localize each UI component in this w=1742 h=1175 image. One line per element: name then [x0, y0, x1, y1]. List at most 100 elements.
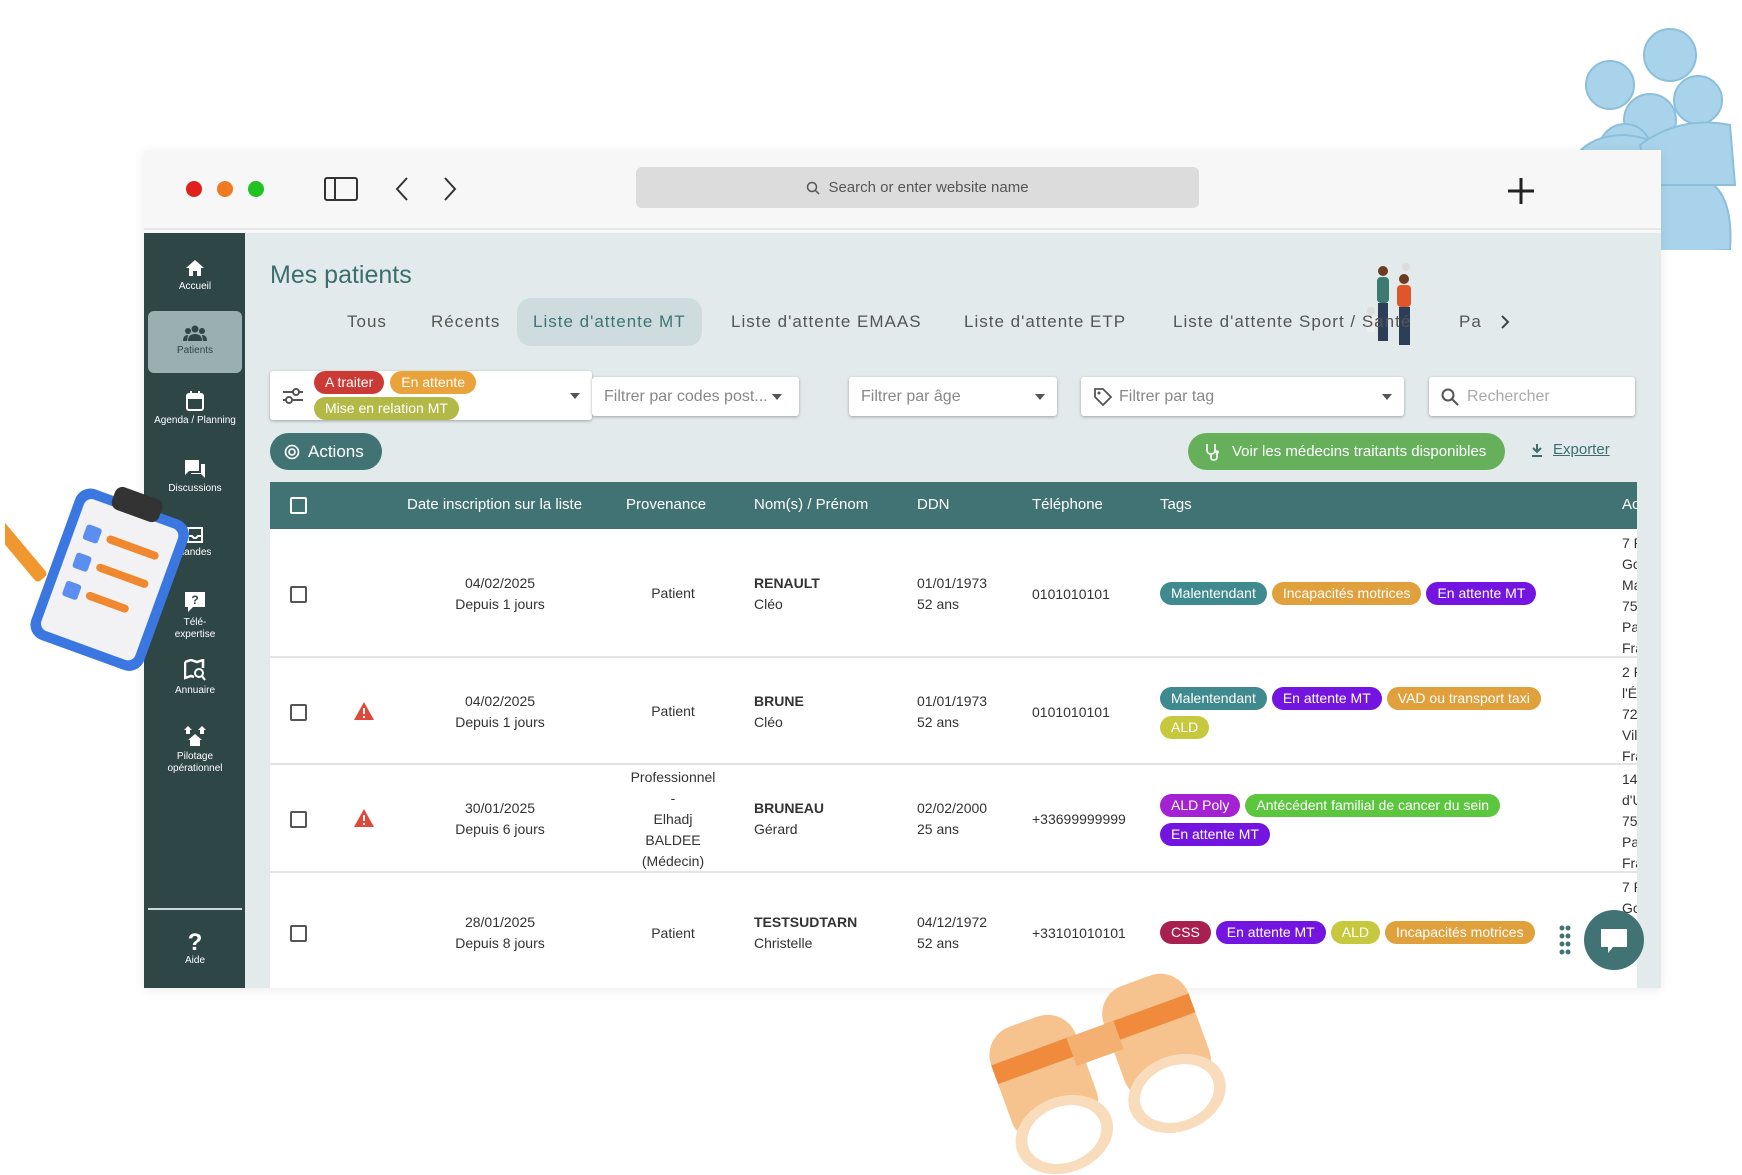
tab-tous[interactable]: Tous — [331, 298, 403, 346]
tag-chip[interactable]: Antécédent familial de cancer du sein — [1245, 794, 1501, 817]
header-ddn[interactable]: DDN — [917, 496, 950, 513]
drag-handle-icon[interactable] — [1559, 925, 1571, 957]
postal-code-filter[interactable]: Filtrer par codes post... — [592, 377, 799, 416]
address-cell: 7 RGoMa75PaFra — [1622, 535, 1637, 656]
warning-icon — [354, 701, 374, 720]
tag-chip[interactable]: VAD ou transport taxi — [1386, 686, 1541, 710]
table-row[interactable]: 30/01/2025 Depuis 6 jours Professionnel - El… — [270, 765, 1637, 873]
ddn-cell: 02/02/2000 25 ans — [917, 800, 988, 837]
table-row[interactable]: 04/02/2025 Depuis 1 jours Patient RENAULT Cl… — [270, 529, 1637, 658]
header-name[interactable]: Nom(s) / Prénom — [754, 496, 868, 513]
tag-chip[interactable]: ALD — [1330, 921, 1380, 944]
tab-recents[interactable]: Récents — [415, 298, 516, 346]
header-address[interactable]: Ac — [1622, 496, 1637, 513]
tab-liste-attente-sport-sante[interactable]: Liste d'attente Sport / Santé — [1157, 298, 1427, 346]
available-doctors-button[interactable]: Voir les médecins traitants disponibles — [1188, 433, 1505, 470]
name-cell[interactable]: BRUNE Cléo — [754, 691, 804, 733]
export-link[interactable]: Exporter — [1531, 441, 1610, 458]
provenance-cell: Patient — [651, 703, 695, 719]
tag-chip[interactable]: En attente MT — [1215, 921, 1326, 944]
table-row[interactable]: 28/01/2025 Depuis 8 jours Patient TESTSUDTA… — [270, 873, 1637, 988]
url-bar[interactable]: Search or enter website name — [636, 167, 1199, 208]
sidebar-item-accueil[interactable]: Accueil — [148, 251, 242, 309]
row-checkbox[interactable] — [290, 703, 307, 721]
tab-partial[interactable]: Pa — [1443, 298, 1495, 346]
provenance-cell: Patient — [651, 585, 695, 601]
maximize-window-button[interactable] — [248, 181, 264, 197]
browser-toolbar: Search or enter website name — [144, 150, 1661, 230]
address-cell: 2 Rl'É72VilFra — [1622, 664, 1637, 764]
chevron-down-icon — [771, 393, 782, 400]
ddn-cell: 01/01/1973 52 ans — [917, 692, 988, 730]
close-window-button[interactable] — [186, 181, 202, 197]
back-icon[interactable] — [394, 176, 410, 202]
tags-cell: ALD Poly Antécédent familial de cancer du… — [1160, 794, 1560, 846]
tabs-scroll-right-icon[interactable] — [1499, 314, 1511, 330]
sidebar-item-aide[interactable]: ? Aide — [148, 923, 242, 973]
phone-cell: 0101010101 — [1032, 703, 1110, 720]
tag-chip[interactable]: ALD — [1160, 715, 1210, 739]
header-provenance[interactable]: Provenance — [626, 496, 706, 513]
header-date[interactable]: Date inscription sur la liste — [407, 496, 582, 513]
tag-chip[interactable]: Incapacités motrices — [1384, 921, 1535, 944]
chevron-down-icon — [1382, 393, 1392, 400]
row-checkbox[interactable] — [290, 585, 307, 603]
age-filter[interactable]: Filtrer par âge — [849, 377, 1057, 416]
phone-cell: +33699999999 — [1032, 811, 1126, 827]
sidebar-item-agenda[interactable]: Agenda / Planning — [148, 383, 242, 443]
tag-chip[interactable]: En attente MT — [1426, 582, 1537, 605]
select-all-checkbox[interactable] — [290, 497, 307, 514]
chip-a-traiter[interactable]: A traiter — [314, 371, 385, 394]
tag-chip[interactable]: Malentendant — [1160, 686, 1267, 710]
minimize-window-button[interactable] — [217, 181, 233, 197]
actions-button[interactable]: Actions — [270, 433, 382, 470]
sidebar-item-patients[interactable]: Patients — [148, 311, 242, 373]
name-cell[interactable]: BRUNEAU Gérard — [754, 798, 824, 840]
tag-chip[interactable]: CSS — [1160, 921, 1211, 944]
tag-chip[interactable]: En attente MT — [1160, 823, 1270, 846]
table-header: Date inscription sur la liste Provenance… — [270, 482, 1637, 529]
users-icon — [183, 325, 207, 341]
sliders-icon — [283, 387, 303, 404]
name-cell[interactable]: RENAULT Cléo — [754, 573, 820, 615]
url-placeholder: Search or enter website name — [828, 179, 1029, 196]
sidebar-toggle-icon[interactable] — [324, 177, 358, 201]
stethoscope-icon — [1206, 443, 1219, 461]
chip-en-attente[interactable]: En attente — [390, 371, 477, 394]
target-icon — [284, 444, 300, 459]
tab-liste-attente-mt[interactable]: Liste d'attente MT — [517, 298, 702, 346]
table-row[interactable]: 04/02/2025 Depuis 1 jours Patient BRUNE Cléo… — [270, 658, 1637, 765]
clipboard-checklist-illustration — [5, 486, 189, 671]
header-tags[interactable]: Tags — [1160, 496, 1192, 513]
date-cell: 30/01/2025 Depuis 6 jours — [455, 800, 545, 837]
sidebar-item-pilotage[interactable]: Pilotage opérationnel — [148, 717, 242, 779]
header-phone[interactable]: Téléphone — [1032, 496, 1103, 513]
tag-chip[interactable]: Incapacités motrices — [1271, 582, 1422, 605]
calendar-icon — [186, 391, 204, 411]
help-icon: ? — [187, 929, 203, 956]
forward-icon[interactable] — [442, 176, 458, 202]
ddn-cell: 01/01/1973 52 ans — [917, 574, 988, 612]
warning-icon — [354, 809, 374, 827]
chat-support-button[interactable] — [1583, 909, 1645, 971]
name-cell[interactable]: TESTSUDTARN Christelle — [754, 912, 857, 954]
tag-chip[interactable]: En attente MT — [1271, 686, 1382, 710]
tab-liste-attente-emaas[interactable]: Liste d'attente EMAAS — [715, 298, 938, 346]
tab-liste-attente-etp[interactable]: Liste d'attente ETP — [948, 298, 1142, 346]
tag-filter[interactable]: Filtrer par tag — [1081, 377, 1404, 416]
new-tab-icon[interactable] — [1506, 176, 1536, 206]
main-content: Mes patients Tous Récents Liste d'attent… — [245, 233, 1661, 988]
status-filter[interactable]: A traiter En attente Mise en relation MT — [270, 371, 592, 420]
provenance-cell: Professionnel - Elhadj BALDEE (Médecin) — [630, 768, 716, 869]
phone-cell: +33101010101 — [1032, 925, 1126, 941]
chip-mise-en-relation[interactable]: Mise en relation MT — [314, 397, 459, 420]
row-checkbox[interactable] — [290, 811, 307, 828]
search-input[interactable]: Rechercher — [1429, 377, 1635, 416]
tag-chip[interactable]: Malentendant — [1160, 582, 1267, 605]
tags-cell: Malentendant Incapacités motrices En atten… — [1160, 582, 1560, 605]
row-checkbox[interactable] — [290, 925, 307, 942]
houses-icon — [184, 726, 206, 746]
ddn-cell: 04/12/1972 52 ans — [917, 914, 988, 951]
tag-chip[interactable]: ALD Poly — [1160, 794, 1241, 817]
date-cell: 04/02/2025 Depuis 1 jours — [455, 692, 545, 730]
